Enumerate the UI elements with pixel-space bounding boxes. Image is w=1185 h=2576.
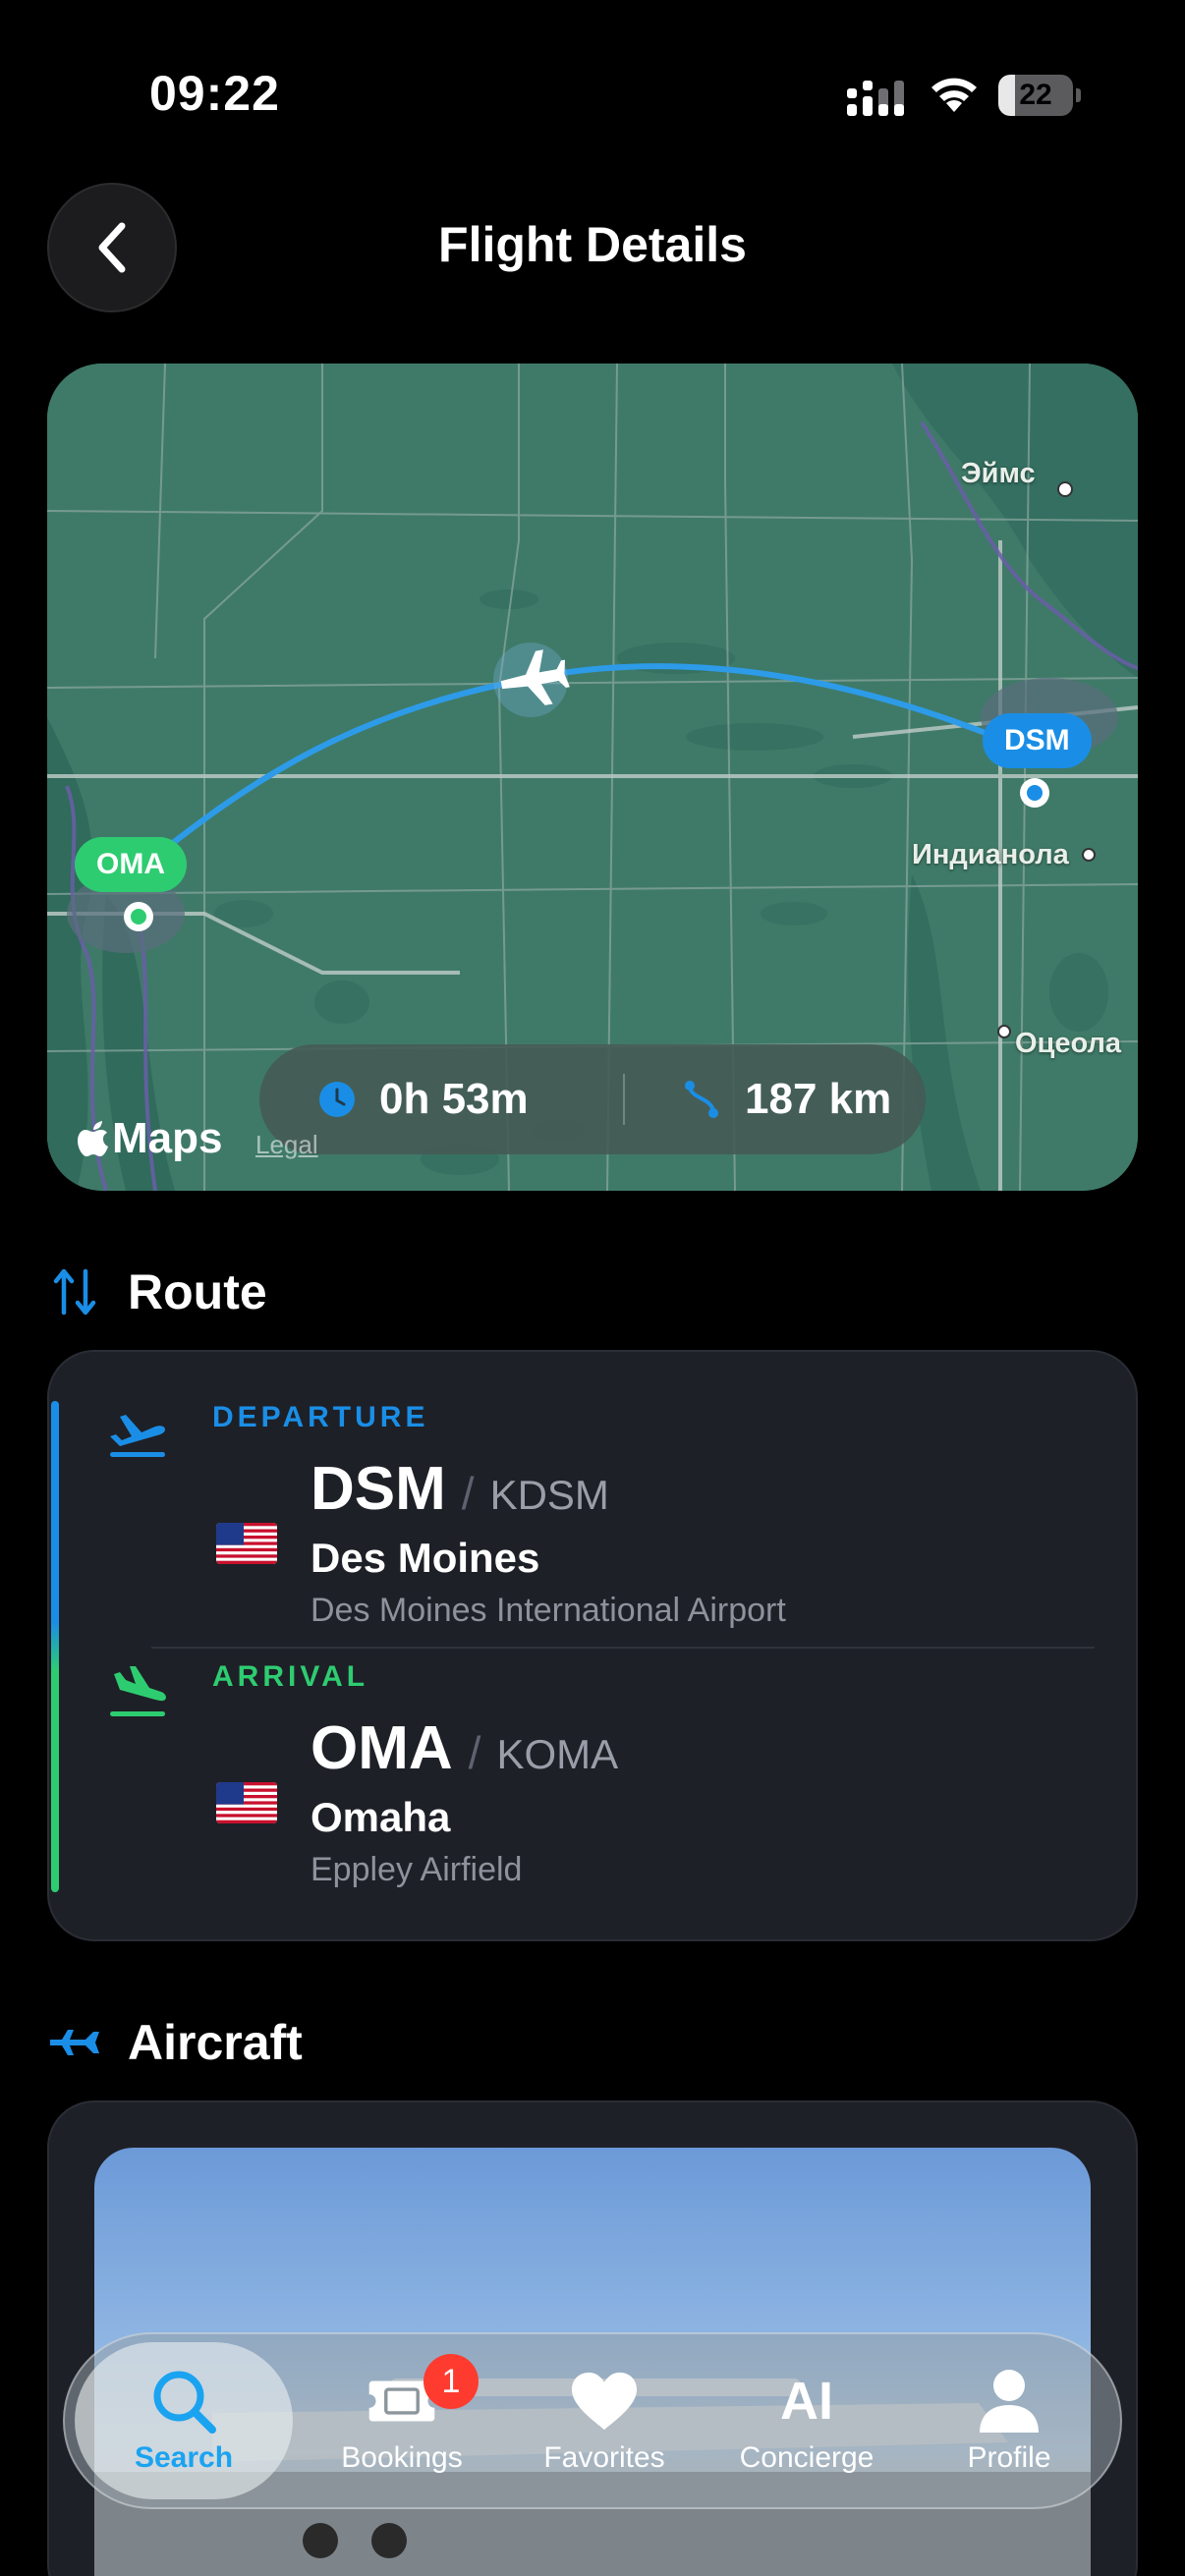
legal-link[interactable]: Legal bbox=[255, 1130, 318, 1160]
distance-value: 187 km bbox=[745, 1075, 892, 1123]
airplane-icon bbox=[47, 2015, 102, 2070]
tab-search[interactable]: Search bbox=[75, 2342, 293, 2499]
us-flag-icon bbox=[216, 1782, 277, 1823]
status-time: 09:22 bbox=[149, 66, 280, 121]
wifi-icon bbox=[931, 78, 977, 112]
stats-divider bbox=[623, 1074, 625, 1125]
arrival-label: ARRIVAL bbox=[212, 1660, 369, 1693]
tab-label: Favorites bbox=[543, 2441, 665, 2474]
tab-label: Search bbox=[134, 2441, 234, 2474]
battery-indicator: 22 bbox=[998, 75, 1081, 116]
heart-icon bbox=[570, 2367, 639, 2436]
tab-bookings[interactable]: 1 Bookings bbox=[301, 2342, 503, 2499]
map-label-indianola: Индианола bbox=[912, 839, 1069, 870]
distance-stat: 187 km bbox=[684, 1075, 891, 1124]
aircraft-section-title: Aircraft bbox=[128, 2015, 303, 2070]
duration-stat: 0h 53m bbox=[318, 1075, 574, 1124]
flight-stats-pill: 0h 53m 187 km bbox=[259, 1044, 926, 1154]
map-label-ames: Эймс bbox=[961, 458, 1036, 489]
departure-code-line: DSM / KDSM bbox=[310, 1454, 609, 1524]
takeoff-icon bbox=[110, 1415, 165, 1457]
page-title: Flight Details bbox=[438, 217, 747, 272]
departure-icao: KDSM bbox=[489, 1472, 609, 1518]
battery-level: 22 bbox=[1019, 79, 1052, 111]
search-icon bbox=[149, 2367, 218, 2436]
route-section-header: Route bbox=[47, 1263, 267, 1320]
aircraft-section-header: Aircraft bbox=[47, 2014, 303, 2071]
bookings-badge: 1 bbox=[423, 2354, 479, 2409]
route-card: DEPARTURE DSM / KDSM Des Moines Des Moin… bbox=[47, 1350, 1138, 1941]
departure-code: DSM bbox=[310, 1455, 446, 1523]
origin-pin-label: OMA bbox=[75, 837, 187, 892]
status-bar: 09:22 22 bbox=[0, 0, 1185, 187]
apple-maps-logo: Maps bbox=[77, 1114, 222, 1163]
route-swap-icon bbox=[47, 1264, 102, 1319]
route-section-title: Route bbox=[128, 1264, 267, 1319]
tab-favorites[interactable]: Favorites bbox=[503, 2342, 705, 2499]
leg-divider bbox=[151, 1647, 1095, 1649]
arrival-icao: KOMA bbox=[496, 1731, 619, 1777]
destination-pin-label: DSM bbox=[983, 713, 1092, 768]
tab-profile[interactable]: Profile bbox=[908, 2342, 1110, 2499]
route-distance-icon bbox=[685, 1081, 718, 1118]
origin-pin[interactable] bbox=[124, 902, 153, 931]
apple-logo-icon bbox=[78, 1121, 108, 1156]
departure-label: DEPARTURE bbox=[212, 1401, 429, 1433]
tab-bar: Search 1 Bookings Favorites AI Concierge bbox=[63, 2332, 1122, 2509]
person-icon bbox=[975, 2367, 1044, 2436]
clock-icon bbox=[319, 1082, 355, 1117]
map-label-osceola: Оцеола bbox=[1015, 1028, 1122, 1059]
tab-label: Bookings bbox=[341, 2441, 463, 2474]
maps-brand: Maps bbox=[112, 1114, 223, 1162]
duration-value: 0h 53m bbox=[379, 1075, 529, 1123]
code-separator: / bbox=[468, 1727, 481, 1778]
cellular-signal-icon bbox=[847, 81, 904, 116]
arrival-code: OMA bbox=[310, 1714, 453, 1782]
arrival-city: Omaha bbox=[310, 1794, 451, 1840]
departure-city: Des Moines bbox=[310, 1535, 540, 1581]
us-flag-icon bbox=[216, 1523, 277, 1564]
route-map[interactable]: Эймс Индианола Оцеола OMA DSM 0h 53m 187… bbox=[47, 364, 1138, 1191]
destination-pin[interactable] bbox=[1020, 778, 1049, 808]
departure-airport: Des Moines International Airport bbox=[310, 1592, 786, 1629]
arrival-code-line: OMA / KOMA bbox=[310, 1713, 618, 1783]
code-separator: / bbox=[461, 1468, 475, 1519]
tab-label: Profile bbox=[967, 2441, 1051, 2474]
ai-glyph: AI bbox=[780, 2372, 833, 2431]
route-progress-bar bbox=[51, 1401, 59, 1892]
ai-icon: AI bbox=[772, 2367, 841, 2436]
arrival-airport: Eppley Airfield bbox=[310, 1851, 523, 1888]
landing-icon bbox=[110, 1666, 166, 1716]
tab-concierge[interactable]: AI Concierge bbox=[705, 2342, 908, 2499]
tab-label: Concierge bbox=[739, 2441, 875, 2474]
